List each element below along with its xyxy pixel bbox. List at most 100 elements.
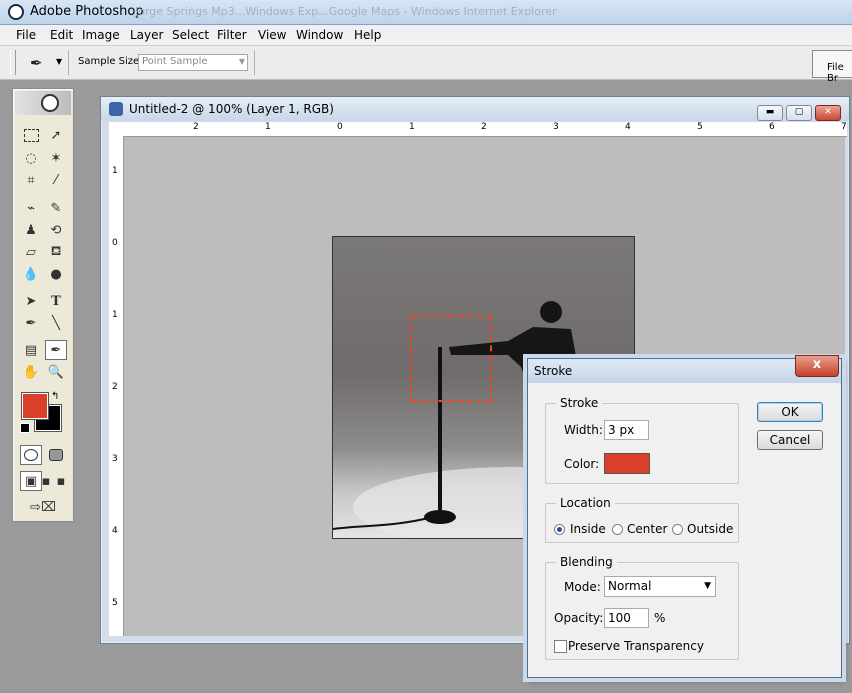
default-colors-icon[interactable] (20, 423, 30, 433)
marquee-selection[interactable] (410, 315, 492, 402)
options-grip (10, 50, 16, 75)
notes-tool-icon[interactable]: ▤ (20, 340, 42, 360)
menu-filter[interactable]: Filter (217, 28, 247, 42)
paint-bucket-tool-icon[interactable]: ⛾ (45, 242, 67, 262)
photoshop-eye-icon (41, 94, 59, 112)
location-outside-radio[interactable] (672, 524, 683, 535)
line-tool-icon[interactable]: ╲ (45, 313, 67, 333)
slice-tool-icon[interactable]: ⁄ (45, 170, 67, 190)
move-tool-icon[interactable]: ➚ (45, 125, 67, 145)
location-center-label[interactable]: Center (627, 522, 667, 536)
menu-window[interactable]: Window (296, 28, 343, 42)
pen-tool-icon[interactable]: ✒ (20, 313, 42, 333)
photoshop-logo-icon (8, 4, 24, 20)
location-outside-label[interactable]: Outside (687, 522, 733, 536)
cancel-button[interactable]: Cancel (757, 430, 823, 450)
minimize-button[interactable]: ▬ (757, 105, 783, 121)
opacity-unit: % (654, 611, 666, 625)
dodge-tool-icon[interactable]: ● (45, 264, 67, 284)
standard-mode-icon[interactable] (20, 445, 42, 465)
ruler-tick-label: 0 (112, 238, 118, 248)
location-inside-label[interactable]: Inside (570, 522, 606, 536)
blending-group: Blending Mode: Normal ▼ Opacity: 100 % P… (545, 555, 739, 660)
ruler-tick-label: 2 (112, 382, 118, 392)
dialog-close-button[interactable]: x (795, 355, 839, 377)
full-screen-mode-icon[interactable]: ▪ (50, 471, 72, 491)
ok-button[interactable]: OK (757, 402, 823, 422)
path-selection-tool-icon[interactable]: ➤ (20, 291, 42, 311)
menu-layer[interactable]: Layer (130, 28, 163, 42)
sample-size-label: Sample Size: (78, 56, 143, 67)
file-browser-tab[interactable]: File Br (827, 62, 852, 84)
app-title-bar: Adobe Photoshop Jorge Springs Mp3...Wind… (0, 0, 852, 25)
ruler-tick-label: 6 (769, 122, 775, 132)
menu-help[interactable]: Help (354, 28, 381, 42)
menu-file[interactable]: File (16, 28, 36, 42)
ruler-tick-label: 1 (265, 122, 271, 132)
toolbox-header-logo[interactable] (15, 91, 71, 115)
location-group-label: Location (556, 496, 615, 510)
document-title-bar: Untitled-2 @ 100% (Layer 1, RGB) ▬ ▢ ✕ (101, 97, 849, 121)
location-group: Location Inside Center Outside (545, 496, 739, 543)
brush-tool-icon[interactable]: ✎ (45, 198, 67, 218)
options-bar: ✒ ▼ Sample Size: Point Sample ▼ File Br (0, 46, 852, 84)
marquee-tool-icon[interactable] (20, 125, 42, 145)
menu-image[interactable]: Image (82, 28, 120, 42)
preserve-transparency-label[interactable]: Preserve Transparency (568, 639, 704, 653)
preserve-transparency-checkbox[interactable] (554, 640, 567, 653)
background-window-tabs: Jorge Springs Mp3...Windows Exp...Google… (135, 5, 557, 18)
ruler-tick-label: 5 (112, 598, 118, 608)
maximize-button[interactable]: ▢ (786, 105, 812, 121)
document-title: Untitled-2 @ 100% (Layer 1, RGB) (129, 102, 334, 116)
ruler-tick-label: 5 (697, 122, 703, 132)
mode-value: Normal (608, 579, 652, 593)
ruler-tick-label: 4 (112, 526, 118, 536)
type-tool-icon[interactable]: T (45, 291, 67, 311)
crop-tool-icon[interactable]: ⌗ (20, 170, 42, 190)
close-button[interactable]: ✕ (815, 105, 841, 121)
eraser-tool-icon[interactable]: ▱ (20, 242, 42, 262)
ruler-horizontal[interactable]: 2 1 0 1 2 3 4 5 6 7 (109, 122, 847, 137)
dialog-title: Stroke (534, 364, 573, 378)
history-brush-tool-icon[interactable]: ⟲ (45, 220, 67, 240)
ruler-tick-label: 1 (112, 166, 118, 176)
options-divider (68, 50, 69, 75)
hand-tool-icon[interactable]: ✋ (20, 362, 42, 382)
jump-to-imageready-icon[interactable]: ⇨⌧ (22, 497, 64, 517)
stroke-color-swatch[interactable] (604, 453, 650, 474)
zoom-tool-icon[interactable]: 🔍 (45, 362, 67, 382)
location-inside-radio[interactable] (554, 524, 565, 535)
mode-label: Mode: (564, 580, 601, 594)
menu-select[interactable]: Select (172, 28, 209, 42)
foreground-color-swatch[interactable] (22, 393, 48, 419)
ruler-tick-label: 7 (841, 122, 847, 132)
stroke-dialog: Stroke x Stroke Width: 3 px Color: Locat… (527, 355, 842, 678)
eyedropper-tool-icon[interactable]: ✒ (45, 340, 67, 360)
palette-well: File Br (812, 50, 852, 84)
clone-stamp-tool-icon[interactable]: ♟ (20, 220, 42, 240)
healing-brush-tool-icon[interactable]: ⌁ (20, 198, 42, 218)
blur-tool-icon[interactable]: 💧 (20, 264, 42, 284)
ruler-tick-label: 3 (553, 122, 559, 132)
lasso-tool-icon[interactable]: ◌ (20, 148, 42, 168)
mode-select[interactable]: Normal ▼ (604, 576, 716, 597)
location-center-radio[interactable] (612, 524, 623, 535)
app-title: Adobe Photoshop (30, 4, 144, 19)
width-input[interactable]: 3 px (604, 420, 649, 440)
magic-wand-tool-icon[interactable]: ✶ (45, 148, 67, 168)
ruler-tick-label: 1 (409, 122, 415, 132)
ruler-vertical[interactable]: 1 0 1 2 3 4 5 (109, 136, 124, 636)
ruler-tick-label: 2 (193, 122, 199, 132)
ruler-tick-label: 4 (625, 122, 631, 132)
sample-size-select[interactable]: Point Sample ▼ (138, 54, 248, 71)
close-icon: x (812, 357, 822, 372)
opacity-input[interactable]: 100 (604, 608, 649, 628)
swap-colors-icon[interactable]: ↰ (51, 391, 59, 402)
toolbox: ➚ ◌ ✶ ⌗ ⁄ ⌁ ✎ ♟ ⟲ ▱ ⛾ 💧 ● ➤ T ✒ ╲ ▤ ✒ ✋ … (12, 88, 74, 522)
eyedropper-icon[interactable]: ✒ (30, 54, 43, 72)
menu-edit[interactable]: Edit (50, 28, 73, 42)
tool-preset-dropdown-icon[interactable]: ▼ (56, 57, 62, 66)
quick-mask-mode-icon[interactable] (45, 445, 67, 465)
menu-view[interactable]: View (258, 28, 286, 42)
options-divider-2 (254, 50, 255, 75)
